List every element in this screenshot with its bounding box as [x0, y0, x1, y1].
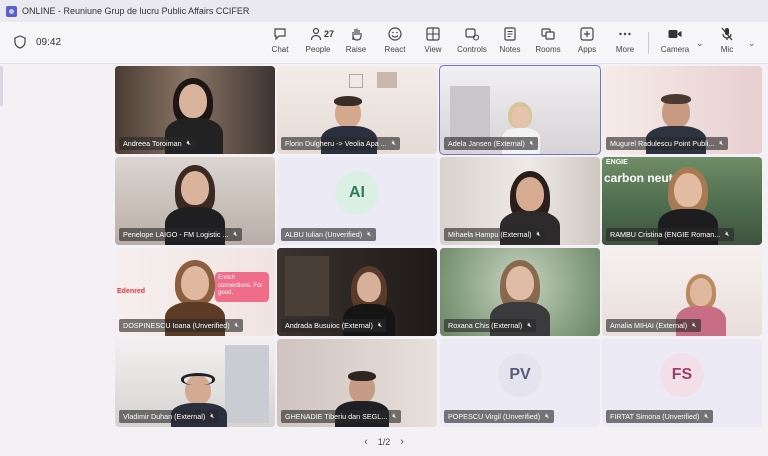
mic-muted-icon: 🔇︎ — [392, 412, 397, 420]
participant-tile[interactable]: Andreea Toroiman 🔇︎ — [115, 66, 275, 154]
avatar: PV — [498, 353, 542, 397]
mic-muted-icon: 🔇︎ — [704, 412, 709, 420]
title-bar: ONLINE - Reuniune Grup de lucru Public A… — [0, 0, 768, 22]
controls-button[interactable]: Controls — [454, 26, 490, 60]
participant-tile[interactable]: Florin Dulgheru -> Veolia Apa ... 🔇︎ — [277, 66, 437, 154]
mic-off-icon — [721, 27, 733, 41]
mic-muted-icon: 🔇︎ — [367, 230, 372, 238]
mic-muted-icon: 🔇︎ — [719, 139, 724, 147]
mic-button[interactable]: Mic — [709, 26, 745, 60]
teams-logo-icon — [6, 5, 17, 17]
avatar: AI — [335, 171, 379, 215]
participant-nameplate: ALBU Iulian (Unverified) 🔇︎ — [281, 228, 376, 241]
wall-frame — [377, 72, 397, 88]
more-button[interactable]: More — [607, 26, 643, 60]
chat-icon — [274, 28, 286, 41]
participant-tile[interactable]: GHENADIE Tiberiu dan SEGL... 🔇︎ — [277, 339, 437, 427]
participant-nameplate: FIRTAT Simona (Unverified) 🔇︎ — [606, 410, 713, 423]
headset-icon — [181, 373, 215, 385]
bookshelf — [285, 256, 329, 316]
participant-nameplate: Amalia MIHAI (External) 🔇︎ — [606, 319, 701, 332]
participant-tile[interactable]: FS FIRTAT Simona (Unverified) 🔇︎ — [602, 339, 762, 427]
page-indicator: 1/2 — [377, 437, 391, 447]
participant-tile[interactable]: Penelope LAIGO - FM Logistic ... 🔇︎ — [115, 157, 275, 245]
participant-tile[interactable]: Edenred Enrich connections. For good. DO… — [115, 248, 275, 336]
participant-tile[interactable]: AI ALBU Iulian (Unverified) 🔇︎ — [277, 157, 437, 245]
mic-muted-icon: 🔇︎ — [545, 412, 550, 420]
people-button[interactable]: 27 People — [300, 26, 336, 60]
mic-muted-icon: 🔇︎ — [377, 321, 383, 329]
view-icon — [426, 27, 440, 41]
rooms-icon — [541, 28, 555, 40]
participant-nameplate: Andrada Busuioc (External) 🔇︎ — [281, 319, 387, 332]
participant-nameplate: DOSPINESCU Ioana (Unverified) 🔇︎ — [119, 319, 244, 332]
participant-nameplate: POPESCU Virgil (Unverified) 🔇︎ — [444, 410, 554, 423]
participant-tile[interactable]: PV POPESCU Virgil (Unverified) 🔇︎ — [440, 339, 600, 427]
apps-icon — [580, 27, 594, 41]
brand-logo-text: ENGIE — [606, 159, 628, 166]
banner-text: carbon neut — [604, 171, 673, 185]
mic-muted-icon: 🔇︎ — [234, 321, 240, 329]
gallery-pager: ‹ 1/2 › — [0, 432, 768, 452]
raise-hand-button[interactable]: Raise — [338, 26, 374, 60]
more-icon — [619, 32, 631, 36]
participant-nameplate: Vladimir Duhan (External) 🔇︎ — [119, 410, 219, 423]
camera-button[interactable]: Camera — [657, 26, 693, 60]
mic-options-chevron-icon[interactable]: ⌄ — [748, 38, 756, 49]
participant-tile[interactable]: Amalia MIHAI (External) 🔇︎ — [602, 248, 762, 336]
mic-muted-icon: 🔇︎ — [391, 139, 397, 147]
participant-tile[interactable]: Adela Jansen (External) 🔇︎ — [439, 65, 601, 155]
wall-frame — [349, 74, 363, 88]
participant-nameplate: Florin Dulgheru -> Veolia Apa ... 🔇︎ — [281, 137, 401, 150]
toolbar-divider — [648, 32, 649, 54]
meeting-toolbar: 09:42 Chat 27 People Raise React View Co… — [0, 22, 768, 64]
participant-tile[interactable]: Vladimir Duhan (External) 🔇︎ — [115, 339, 275, 427]
camera-icon — [668, 30, 682, 38]
rooms-button[interactable]: Rooms — [530, 26, 566, 60]
notes-button[interactable]: Notes — [492, 26, 528, 60]
mic-muted-icon: 🔇︎ — [527, 321, 532, 329]
participant-tile[interactable]: ENGIE carbon neut RAMBU Cristina (ENGIE … — [602, 157, 762, 245]
window-background — [225, 345, 269, 423]
participant-tile[interactable]: Andrada Busuioc (External) 🔇︎ — [277, 248, 437, 336]
chat-button[interactable]: Chat — [262, 26, 298, 60]
participant-tile[interactable]: Roxana Chis (External) 🔇︎ — [440, 248, 600, 336]
view-button[interactable]: View — [415, 26, 451, 60]
mic-muted-icon: 🔇︎ — [692, 321, 697, 329]
participant-nameplate: Roxana Chis (External) 🔇︎ — [444, 319, 536, 332]
left-rail-indicator — [0, 66, 3, 106]
participant-tile[interactable]: Mihaela Hampu (External) 🔇︎ — [440, 157, 600, 245]
notes-icon — [504, 27, 516, 41]
controls-icon — [465, 28, 480, 41]
participant-nameplate: GHENADIE Tiberiu dan SEGL... 🔇︎ — [281, 410, 401, 423]
window-title: ONLINE - Reuniune Grup de lucru Public A… — [22, 6, 250, 16]
apps-button[interactable]: Apps — [569, 26, 605, 60]
participant-tile[interactable]: Mugurel Radulescu Point Publi... 🔇︎ — [602, 66, 762, 154]
mic-muted-icon: 🔇︎ — [186, 139, 192, 147]
camera-options-chevron-icon[interactable]: ⌄ — [696, 38, 704, 49]
shield-icon — [14, 35, 26, 49]
react-button[interactable]: React — [377, 26, 413, 60]
people-count-badge: 27 — [324, 29, 335, 39]
mic-muted-icon: 🔇︎ — [210, 412, 215, 420]
video-grid: Andreea Toroiman 🔇︎ Florin Dulgheru -> Ve… — [115, 65, 762, 428]
mic-muted-icon: 🔇︎ — [529, 139, 535, 147]
mic-muted-icon: 🔇︎ — [725, 230, 730, 238]
participant-nameplate: RAMBU Cristina (ENGIE Roman... 🔇︎ — [606, 228, 734, 241]
next-page-chevron-icon[interactable]: › — [400, 436, 404, 448]
participant-nameplate: Adela Jansen (External) 🔇︎ — [444, 137, 539, 150]
mic-muted-icon: 🔇︎ — [536, 230, 541, 238]
participant-nameplate: Mihaela Hampu (External) 🔇︎ — [444, 228, 545, 241]
brand-logo-text: Edenred — [117, 288, 146, 295]
participant-nameplate: Mugurel Radulescu Point Publi... 🔇︎ — [606, 137, 728, 150]
previous-page-chevron-icon[interactable]: ‹ — [364, 436, 368, 448]
meeting-timer: 09:42 — [36, 37, 62, 48]
participant-nameplate: Andreea Toroiman 🔇︎ — [119, 137, 196, 150]
participant-nameplate: Penelope LAIGO - FM Logistic ... 🔇︎ — [119, 228, 242, 241]
avatar: FS — [660, 353, 704, 397]
mic-muted-icon: 🔇︎ — [233, 230, 238, 238]
raise-hand-icon — [352, 28, 362, 41]
wall-sign: Enrich connections. For good. — [215, 272, 269, 302]
react-icon — [388, 27, 402, 41]
